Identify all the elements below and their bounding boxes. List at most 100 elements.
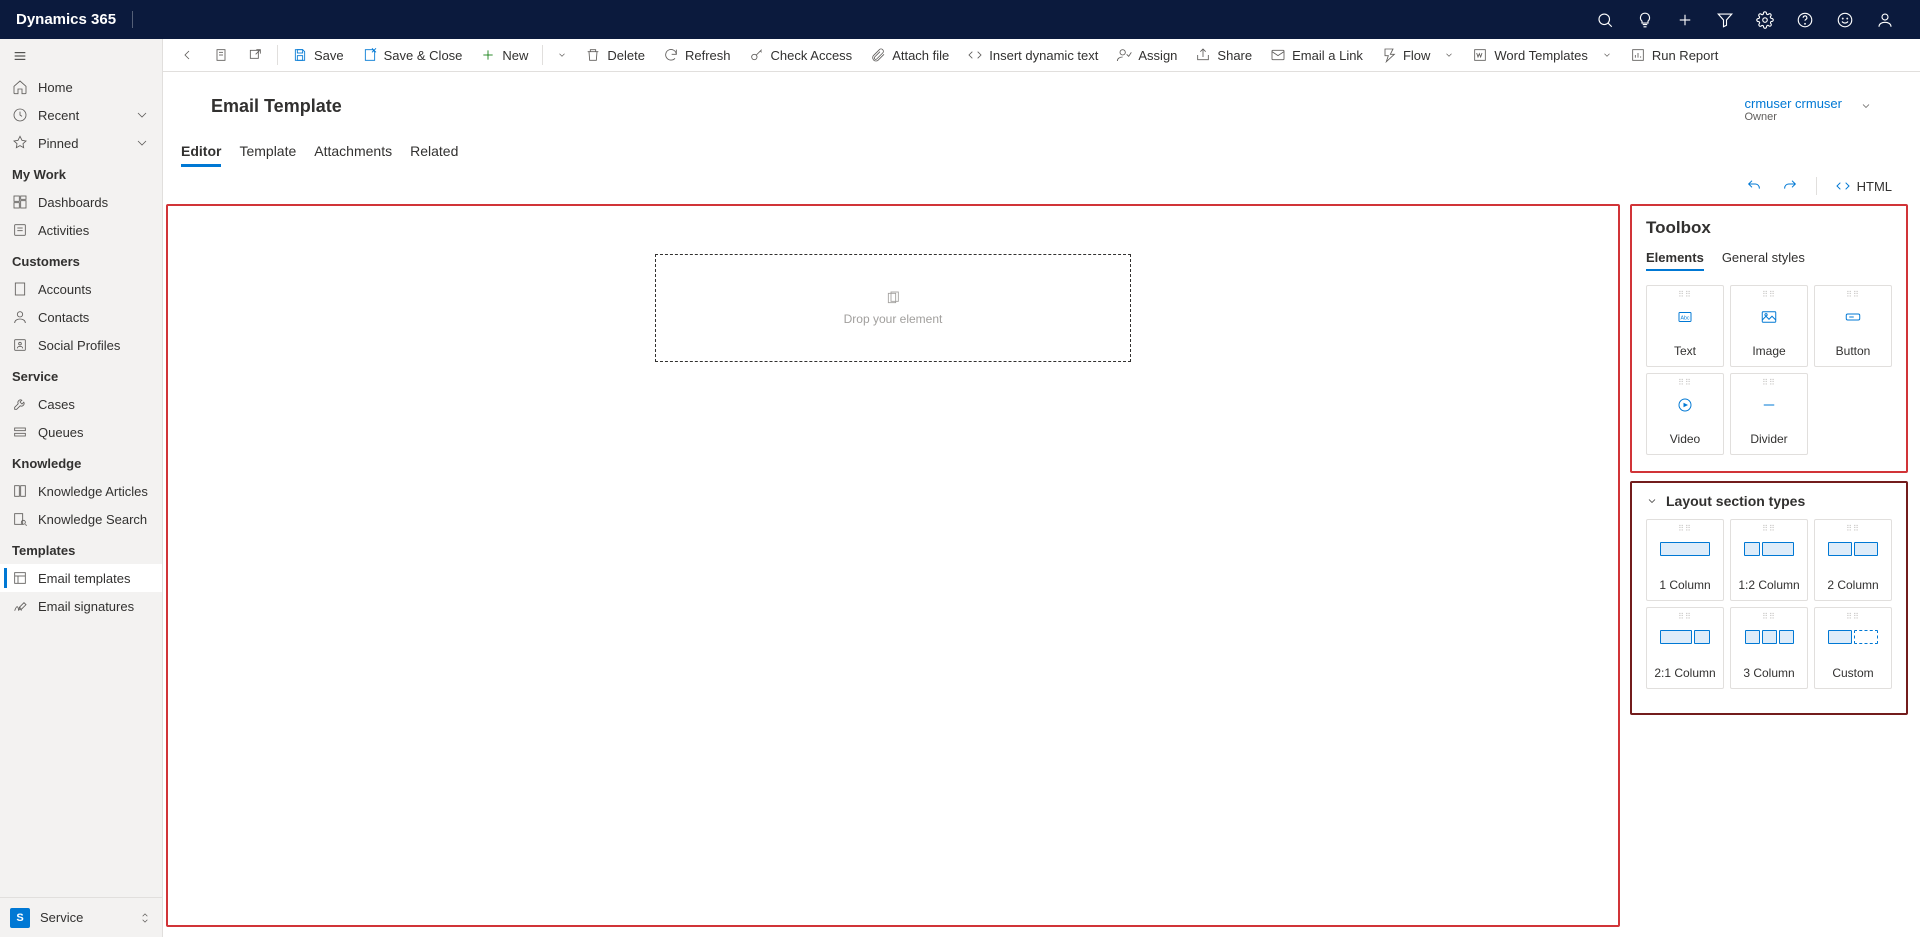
- drag-handle-icon: ⠿⠿: [1846, 292, 1860, 298]
- tab-related[interactable]: Related: [410, 137, 458, 167]
- tab-editor[interactable]: Editor: [181, 137, 221, 167]
- section-customers: Customers: [0, 244, 162, 275]
- element-button[interactable]: ⠿⠿ Button: [1814, 285, 1892, 367]
- toolbox-tab-elements[interactable]: Elements: [1646, 250, 1704, 271]
- delete-button[interactable]: Delete: [577, 41, 653, 69]
- refresh-button[interactable]: Refresh: [655, 41, 739, 69]
- plus-icon: [480, 47, 496, 63]
- saveclose-button[interactable]: Save & Close: [354, 41, 471, 69]
- element-divider[interactable]: ⠿⠿ Divider: [1730, 373, 1808, 455]
- toolbox-tab-styles[interactable]: General styles: [1722, 250, 1805, 271]
- sidebar-area-switcher[interactable]: S Service: [0, 897, 162, 937]
- editor-sub-toolbar: HTML: [163, 168, 1920, 204]
- nav-cases[interactable]: Cases: [0, 390, 162, 418]
- label: Flow: [1403, 48, 1430, 63]
- layout-21col[interactable]: ⠿⠿ 2:1 Column: [1646, 607, 1724, 689]
- drag-handle-icon: ⠿⠿: [1846, 526, 1860, 532]
- back-button[interactable]: [171, 41, 203, 69]
- layout-12col[interactable]: ⠿⠿ 1:2 Column: [1730, 519, 1808, 601]
- nav-contacts[interactable]: Contacts: [0, 303, 162, 331]
- search-icon[interactable]: [1586, 0, 1624, 39]
- nav-emailtemplates[interactable]: Email templates: [0, 564, 162, 592]
- nav-label: Social Profiles: [38, 338, 120, 353]
- layout-3col[interactable]: ⠿⠿ 3 Column: [1730, 607, 1808, 689]
- drag-handle-icon: ⠿⠿: [1762, 292, 1776, 298]
- separator: [277, 45, 278, 65]
- chevron-down-icon[interactable]: [1860, 100, 1872, 112]
- popout-button[interactable]: [239, 41, 271, 69]
- nav-queues[interactable]: Queues: [0, 418, 162, 446]
- label: Check Access: [771, 48, 853, 63]
- editor-row: Drop your element Toolbox Elements Gener…: [163, 204, 1920, 937]
- user-icon[interactable]: [1866, 0, 1904, 39]
- code-icon: [1835, 178, 1851, 194]
- emaillink-button[interactable]: Email a Link: [1262, 41, 1371, 69]
- layout-custom[interactable]: ⠿⠿ Custom: [1814, 607, 1892, 689]
- share-button[interactable]: Share: [1187, 41, 1260, 69]
- element-text[interactable]: ⠿⠿ Abc Text: [1646, 285, 1724, 367]
- plus-icon[interactable]: [1666, 0, 1704, 39]
- nav-dashboards[interactable]: Dashboards: [0, 188, 162, 216]
- divider-icon: [1758, 396, 1780, 414]
- lightbulb-icon[interactable]: [1626, 0, 1664, 39]
- nav-home[interactable]: Home: [0, 73, 162, 101]
- hamburger-button[interactable]: [0, 39, 162, 73]
- filter-icon[interactable]: [1706, 0, 1744, 39]
- checkaccess-button[interactable]: Check Access: [741, 41, 861, 69]
- nav-label: Email signatures: [38, 599, 134, 614]
- wordtemplates-button[interactable]: Word Templates: [1464, 41, 1619, 69]
- key-icon: [749, 47, 765, 63]
- nav-label: Cases: [38, 397, 75, 412]
- flow-button[interactable]: Flow: [1373, 41, 1462, 69]
- form-tabs: Editor Template Attachments Related: [163, 123, 1920, 168]
- drag-handle-icon: ⠿⠿: [1762, 380, 1776, 386]
- nav-label: Contacts: [38, 310, 89, 325]
- nav-pinned[interactable]: Pinned: [0, 129, 162, 157]
- label: HTML: [1857, 179, 1892, 194]
- nav-knowledgesearch[interactable]: Knowledge Search: [0, 505, 162, 533]
- html-button[interactable]: HTML: [1829, 174, 1898, 198]
- layout-title: Layout section types: [1666, 493, 1805, 509]
- element-video[interactable]: ⠿⠿ Video: [1646, 373, 1724, 455]
- dropzone[interactable]: Drop your element: [655, 254, 1131, 362]
- command-bar: Save Save & Close New Delete Refresh Che…: [163, 39, 1920, 72]
- layout-2col[interactable]: ⠿⠿ 2 Column: [1814, 519, 1892, 601]
- new-dropdown[interactable]: [549, 41, 575, 69]
- nav-activities[interactable]: Activities: [0, 216, 162, 244]
- updown-icon: [138, 911, 152, 925]
- save-button[interactable]: Save: [284, 41, 352, 69]
- paperclip-icon: [870, 47, 886, 63]
- label: Video: [1670, 432, 1700, 446]
- tab-template[interactable]: Template: [239, 137, 296, 167]
- assign-button[interactable]: Assign: [1108, 41, 1185, 69]
- label: Save: [314, 48, 344, 63]
- runreport-button[interactable]: Run Report: [1622, 41, 1726, 69]
- new-button[interactable]: New: [472, 41, 536, 69]
- emoji-icon[interactable]: [1826, 0, 1864, 39]
- undo-button[interactable]: [1740, 174, 1768, 198]
- tab-attachments[interactable]: Attachments: [314, 137, 392, 167]
- drag-handle-icon: ⠿⠿: [1678, 614, 1692, 620]
- layout-1col[interactable]: ⠿⠿ 1 Column: [1646, 519, 1724, 601]
- gear-icon[interactable]: [1746, 0, 1784, 39]
- layout-header[interactable]: Layout section types: [1646, 493, 1892, 509]
- nav-emailsignatures[interactable]: Email signatures: [0, 592, 162, 620]
- canvas[interactable]: Drop your element: [166, 204, 1620, 927]
- insertdynamic-button[interactable]: Insert dynamic text: [959, 41, 1106, 69]
- label: Save & Close: [384, 48, 463, 63]
- owner-link[interactable]: crmuser crmuser: [1744, 96, 1842, 111]
- nav-recent[interactable]: Recent: [0, 101, 162, 129]
- form-selector-button[interactable]: [205, 41, 237, 69]
- nav-accounts[interactable]: Accounts: [0, 275, 162, 303]
- chevron-down-icon: [134, 135, 150, 151]
- sidebar: Home Recent Pinned My Work Dashboards Ac…: [0, 39, 163, 937]
- help-icon[interactable]: [1786, 0, 1824, 39]
- redo-button[interactable]: [1776, 174, 1804, 198]
- element-image[interactable]: ⠿⠿ Image: [1730, 285, 1808, 367]
- nav-socialprofiles[interactable]: Social Profiles: [0, 331, 162, 359]
- pin-icon: [12, 135, 28, 151]
- attachfile-button[interactable]: Attach file: [862, 41, 957, 69]
- nav-knowledgearticles[interactable]: Knowledge Articles: [0, 477, 162, 505]
- drag-handle-icon: ⠿⠿: [1762, 526, 1776, 532]
- booksearch-icon: [12, 511, 28, 527]
